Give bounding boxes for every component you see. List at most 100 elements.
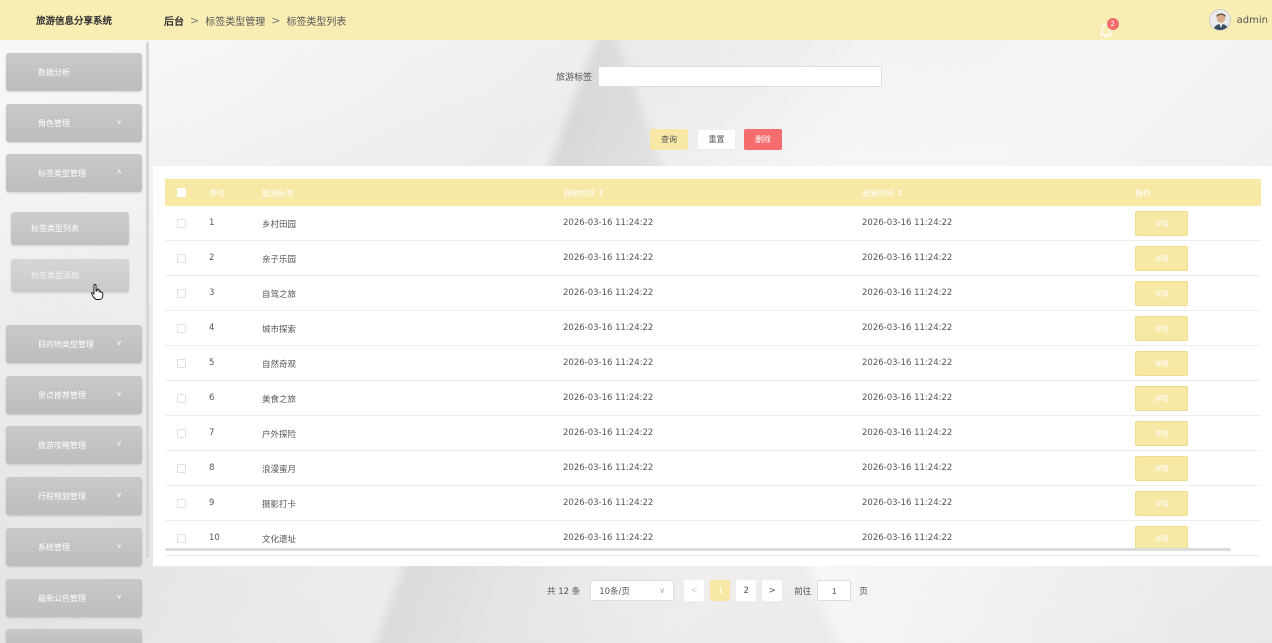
row-updated-time: 2026-03-16 11:24:22 xyxy=(862,323,953,333)
chevron-down-icon: ∨ xyxy=(659,586,666,595)
chevron-down-icon: ∨ xyxy=(116,592,122,601)
sidebar-item-role-management[interactable]: 角色管理 ∨ xyxy=(6,104,142,142)
row-tag: 自驾之旅 xyxy=(262,290,297,300)
query-button[interactable]: 查询 xyxy=(650,129,688,150)
row-index: 8 xyxy=(209,463,215,473)
sidebar-item-itinerary-management[interactable]: 行程规划管理 ∨ xyxy=(6,477,142,515)
page-button-1[interactable]: 1 xyxy=(710,580,731,601)
search-label: 旅游标签 xyxy=(556,73,593,83)
header-created-time[interactable]: 创建时间 ⇕ xyxy=(563,188,604,199)
row-updated-time: 2026-03-16 11:24:22 xyxy=(862,253,953,263)
reset-button[interactable]: 重置 xyxy=(697,129,736,150)
detail-button[interactable]: 详情 xyxy=(1135,491,1188,516)
row-checkbox[interactable] xyxy=(177,324,186,333)
row-tag: 亲子乐园 xyxy=(262,255,297,265)
sidebar-subitem-label: 标签类型列表 xyxy=(31,224,79,233)
sidebar-item-label: 景点推荐管理 xyxy=(38,390,86,400)
table-row: 7 户外探险 2026-03-16 11:24:22 2026-03-16 11:24… xyxy=(165,416,1261,451)
row-index: 3 xyxy=(209,288,215,298)
chevron-down-icon: ∨ xyxy=(116,439,122,448)
row-created-time: 2026-03-16 11:24:22 xyxy=(563,463,654,473)
detail-button[interactable]: 详情 xyxy=(1135,246,1188,271)
row-checkbox[interactable] xyxy=(177,254,186,263)
row-index: 9 xyxy=(209,498,215,508)
table-row: 1 乡村田园 2026-03-16 11:24:22 2026-03-16 11:24… xyxy=(165,206,1261,241)
table-row: 5 自然奇观 2026-03-16 11:24:22 2026-03-16 11:24… xyxy=(165,346,1261,381)
top-bar: 旅游信息分享系统 后台 > 标签类型管理 > 标签类型列表 2 admin xyxy=(0,0,1272,40)
detail-button[interactable]: 详情 xyxy=(1135,351,1188,376)
chevron-down-icon: ∨ xyxy=(116,490,122,499)
sidebar-item-label: 数据分析 xyxy=(38,67,70,77)
detail-button[interactable]: 详情 xyxy=(1135,456,1188,481)
sidebar-item-partial[interactable] xyxy=(6,629,142,643)
row-checkbox[interactable] xyxy=(177,394,186,403)
row-tag: 文化遗址 xyxy=(262,535,297,545)
row-checkbox[interactable] xyxy=(177,289,186,298)
row-index: 2 xyxy=(209,253,215,263)
tag-search-input[interactable] xyxy=(598,66,883,87)
detail-button[interactable]: 详情 xyxy=(1135,316,1188,341)
sidebar-item-label: 行程规划管理 xyxy=(38,491,86,501)
search-row: 旅游标签 xyxy=(556,66,883,87)
row-tag: 自然奇观 xyxy=(262,360,297,370)
row-checkbox[interactable] xyxy=(177,359,186,368)
breadcrumb-separator: > xyxy=(190,13,200,27)
avatar[interactable] xyxy=(1208,9,1231,31)
page-size-select[interactable]: 10条/页 ∨ xyxy=(590,580,675,601)
breadcrumb-item-home[interactable]: 后台 xyxy=(164,13,184,28)
sidebar-item-label: 系统管理 xyxy=(38,542,70,552)
row-tag: 乡村田园 xyxy=(262,220,297,230)
sidebar-item-data-analysis[interactable]: 数据分析 xyxy=(6,53,142,91)
breadcrumb: 后台 > 标签类型管理 > 标签类型列表 xyxy=(164,13,346,28)
header-updated-time[interactable]: 更新时间 ⇕ xyxy=(862,188,903,199)
sidebar-item-system-management[interactable]: 系统管理 ∨ xyxy=(6,528,142,566)
detail-button[interactable]: 详情 xyxy=(1135,421,1188,446)
breadcrumb-item-current: 标签类型列表 xyxy=(286,16,347,28)
sidebar-item-destination-type-management[interactable]: 目的地类型管理 ∨ xyxy=(6,325,142,363)
sidebar-item-tag-type-management[interactable]: 标签类型管理 ∧ xyxy=(6,154,142,192)
sidebar-scrollbar[interactable] xyxy=(146,42,149,558)
page-button-2[interactable]: 2 xyxy=(736,580,757,601)
sidebar-item-label: 旅游攻略管理 xyxy=(38,440,86,450)
page-size-value: 10条/页 xyxy=(599,586,630,597)
breadcrumb-item-section[interactable]: 标签类型管理 xyxy=(205,13,265,28)
row-checkbox[interactable] xyxy=(177,219,186,228)
goto-label: 前往 xyxy=(794,586,812,597)
bell-icon[interactable]: 2 xyxy=(1097,18,1119,40)
sidebar-subitem-tag-type-add[interactable]: 标签类型添加 xyxy=(11,259,129,292)
detail-button[interactable]: 详情 xyxy=(1135,211,1188,236)
sidebar-item-label: 最新公告管理 xyxy=(38,593,86,603)
chevron-down-icon: ∨ xyxy=(116,541,122,550)
row-index: 5 xyxy=(209,358,215,368)
row-checkbox[interactable] xyxy=(177,464,186,473)
next-page-button[interactable]: > xyxy=(762,580,783,601)
delete-button[interactable]: 删除 xyxy=(744,129,782,150)
row-checkbox[interactable] xyxy=(177,499,186,508)
row-created-time: 2026-03-16 11:24:22 xyxy=(563,358,654,368)
username[interactable]: admin xyxy=(1237,15,1268,26)
row-tag: 城市探索 xyxy=(262,325,297,335)
user-area: 2 admin xyxy=(1098,0,1272,40)
sidebar-item-announcement-management[interactable]: 最新公告管理 ∨ xyxy=(6,579,142,617)
horizontal-scrollbar[interactable] xyxy=(165,548,1231,551)
sidebar-subitem-tag-type-list[interactable]: 标签类型列表 xyxy=(11,212,129,245)
chevron-up-icon: ∧ xyxy=(116,167,122,176)
goto-page-input[interactable] xyxy=(817,580,852,601)
row-index: 10 xyxy=(209,533,220,543)
row-updated-time: 2026-03-16 11:24:22 xyxy=(862,498,953,508)
prev-page-button[interactable]: < xyxy=(684,580,705,601)
chevron-down-icon: ∨ xyxy=(116,117,122,126)
chevron-down-icon: ∨ xyxy=(116,338,122,347)
row-tag: 浪漫蜜月 xyxy=(262,465,297,475)
table-panel: 序号 旅游标签 创建时间 ⇕ 更新时间 ⇕ 操作 1 乡村田园 2026-03-16… xyxy=(153,166,1272,566)
row-created-time: 2026-03-16 11:24:22 xyxy=(563,323,654,333)
sidebar-item-travel-guide-management[interactable]: 旅游攻略管理 ∨ xyxy=(6,426,142,464)
detail-button[interactable]: 详情 xyxy=(1135,281,1188,306)
sidebar-subitem-label: 标签类型添加 xyxy=(31,271,79,280)
row-checkbox[interactable] xyxy=(177,429,186,438)
detail-button[interactable]: 详情 xyxy=(1135,386,1188,411)
select-all-checkbox[interactable] xyxy=(177,188,186,197)
row-checkbox[interactable] xyxy=(177,534,186,543)
sidebar-item-attraction-management[interactable]: 景点推荐管理 ∨ xyxy=(6,376,142,414)
row-created-time: 2026-03-16 11:24:22 xyxy=(563,498,654,508)
